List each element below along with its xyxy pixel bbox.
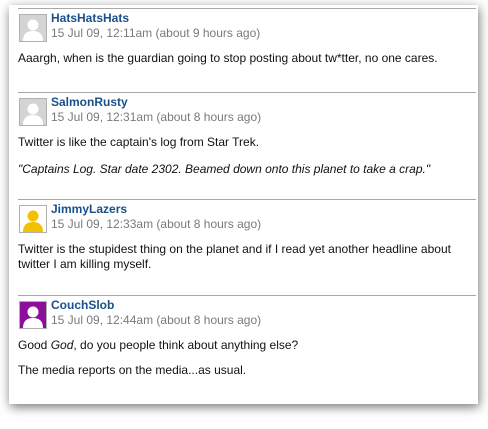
comment-text: Good God, do you people think about anyt… xyxy=(18,338,476,353)
user-silhouette-icon xyxy=(20,206,46,232)
username-link[interactable]: HatsHatsHats xyxy=(51,11,129,25)
avatar[interactable] xyxy=(19,98,47,126)
user-silhouette-icon xyxy=(20,302,46,328)
avatar[interactable] xyxy=(19,205,47,233)
comment-timestamp: 15 Jul 09, 12:11am (about 9 hours ago) xyxy=(51,26,261,40)
comment-header: HatsHatsHats 15 Jul 09, 12:11am (about 9… xyxy=(18,9,476,45)
comment-timestamp: 15 Jul 09, 12:31am (about 8 hours ago) xyxy=(51,110,262,124)
comments-panel: HatsHatsHats 15 Jul 09, 12:11am (about 9… xyxy=(9,5,478,404)
comment-emphasis: God xyxy=(50,338,74,352)
comment-text-segment: Good xyxy=(18,338,51,352)
username-link[interactable]: SalmonRusty xyxy=(51,95,128,109)
user-silhouette-icon xyxy=(20,15,46,41)
comment-text: The media reports on the media...as usua… xyxy=(18,363,247,377)
comment: CouchSlob 15 Jul 09, 12:44am (about 8 ho… xyxy=(18,295,476,378)
comment-text: Aaargh, when is the guardian going to st… xyxy=(18,51,438,65)
comment-header: SalmonRusty 15 Jul 09, 12:31am (about 8 … xyxy=(18,93,476,129)
comment-body: Good God, do you people think about anyt… xyxy=(18,338,476,378)
comment-body: Twitter is like the captain's log from S… xyxy=(18,135,476,177)
comment-text-segment: , do you people think about anything els… xyxy=(73,338,299,352)
comment-header: JimmyLazers 15 Jul 09, 12:33am (about 8 … xyxy=(18,200,476,236)
comment-quote: "Captains Log. Star date 2302. Beamed do… xyxy=(18,162,431,176)
comment: HatsHatsHats 15 Jul 09, 12:11am (about 9… xyxy=(18,8,476,66)
comment-timestamp: 15 Jul 09, 12:33am (about 8 hours ago) xyxy=(51,217,262,231)
avatar[interactable] xyxy=(19,14,47,42)
username-link[interactable]: CouchSlob xyxy=(51,298,114,312)
comment-text-line: twitter I am killing myself. xyxy=(18,257,152,271)
comment-body: Twitter is the stupidest thing on the pl… xyxy=(18,242,476,272)
comment: SalmonRusty 15 Jul 09, 12:31am (about 8 … xyxy=(18,92,476,177)
avatar[interactable] xyxy=(19,301,47,329)
comment-body: Aaargh, when is the guardian going to st… xyxy=(18,51,476,66)
username-link[interactable]: JimmyLazers xyxy=(51,202,127,216)
comment-text-line: Twitter is the stupidest thing on the pl… xyxy=(18,242,451,256)
comment-header: CouchSlob 15 Jul 09, 12:44am (about 8 ho… xyxy=(18,296,476,332)
comment: JimmyLazers 15 Jul 09, 12:33am (about 8 … xyxy=(18,199,476,272)
user-silhouette-icon xyxy=(20,99,46,125)
comment-text: Twitter is like the captain's log from S… xyxy=(18,135,260,149)
comment-timestamp: 15 Jul 09, 12:44am (about 8 hours ago) xyxy=(51,313,262,327)
